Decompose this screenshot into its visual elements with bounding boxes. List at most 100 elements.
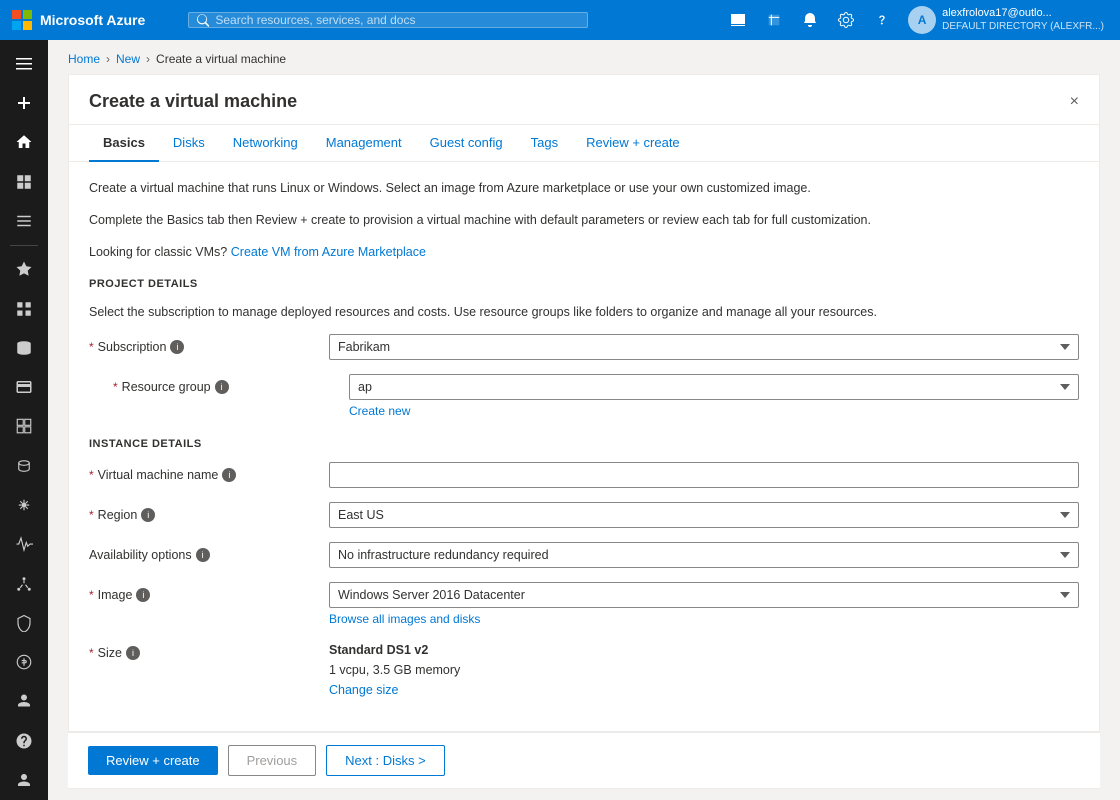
vm-name-input[interactable] <box>329 462 1079 488</box>
directory-button[interactable] <box>758 4 790 36</box>
breadcrumb-home[interactable]: Home <box>68 52 100 66</box>
image-select[interactable]: Windows Server 2016 Datacenter <box>329 582 1079 608</box>
topbar: Microsoft Azure A alexfrolova17@outlo...… <box>0 0 1120 40</box>
sidebar-item-monitor[interactable] <box>0 525 48 564</box>
rg-label: Resource group <box>122 380 211 394</box>
tab-disks[interactable]: Disks <box>159 125 219 162</box>
tabs: Basics Disks Networking Management Guest… <box>69 125 1099 162</box>
rg-required: * <box>113 380 118 394</box>
previous-button[interactable]: Previous <box>228 745 317 776</box>
breadcrumb-current: Create a virtual machine <box>156 52 286 66</box>
breadcrumb-new[interactable]: New <box>116 52 140 66</box>
tab-basics[interactable]: Basics <box>89 125 159 162</box>
create-new-rg-link[interactable]: Create new <box>349 404 410 418</box>
region-required: * <box>89 508 94 522</box>
panel-body: Create a virtual machine that runs Linux… <box>69 162 1099 730</box>
search-bar[interactable] <box>188 12 588 28</box>
sidebar-item-favorites[interactable] <box>0 250 48 289</box>
breadcrumb: Home › New › Create a virtual machine <box>48 40 1120 74</box>
intro-classic: Looking for classic VMs? Create VM from … <box>89 242 1079 262</box>
region-row: * Region i East US <box>89 502 1079 528</box>
brand: Microsoft Azure <box>10 8 180 32</box>
sidebar-item-kubernetes[interactable] <box>0 485 48 524</box>
tab-management[interactable]: Management <box>312 125 416 162</box>
sidebar-item-azure-ad[interactable] <box>0 682 48 721</box>
subscription-label: Subscription <box>98 340 167 354</box>
sidebar-item-home[interactable] <box>0 123 48 162</box>
footer: Review + create Previous Next : Disks > <box>68 732 1100 788</box>
size-detail: 1 vcpu, 3.5 GB memory <box>329 660 1079 680</box>
size-label: Size <box>98 646 122 660</box>
intro-line2: Complete the Basics tab then Review + cr… <box>89 210 1079 230</box>
sidebar-item-storage[interactable] <box>0 328 48 367</box>
rg-info-icon[interactable]: i <box>215 380 229 394</box>
sidebar-item-cost[interactable] <box>0 643 48 682</box>
region-select[interactable]: East US <box>329 502 1079 528</box>
horizontal-scrollbar[interactable] <box>68 788 1100 800</box>
size-info-icon[interactable]: i <box>126 646 140 660</box>
sidebar-item-user-settings[interactable] <box>0 761 48 800</box>
help-button[interactable] <box>866 4 898 36</box>
create-vm-panel: Create a virtual machine × Basics Disks … <box>68 74 1100 732</box>
main-content: Home › New › Create a virtual machine Cr… <box>48 40 1120 800</box>
next-button[interactable]: Next : Disks > <box>326 745 445 776</box>
subscription-row: * Subscription i Fabrikam <box>89 334 1079 360</box>
image-row: * Image i Windows Server 2016 Datacenter… <box>89 582 1079 626</box>
sidebar-item-apps[interactable] <box>0 289 48 328</box>
sidebar-item-all-services[interactable] <box>0 201 48 240</box>
user-name: alexfrolova17@outlo... <box>942 7 1104 20</box>
section-instance-details: INSTANCE DETAILS <box>89 438 1079 450</box>
availability-info-icon[interactable]: i <box>196 548 210 562</box>
notifications-button[interactable] <box>794 4 826 36</box>
vm-name-label: Virtual machine name <box>98 468 219 482</box>
classic-vm-link[interactable]: Create VM from Azure Marketplace <box>231 245 426 259</box>
sidebar-item-dashboard[interactable] <box>0 162 48 201</box>
availability-select[interactable]: No infrastructure redundancy required <box>329 542 1079 568</box>
vm-name-required: * <box>89 468 94 482</box>
cloud-shell-button[interactable] <box>722 4 754 36</box>
vm-name-row: * Virtual machine name i <box>89 462 1079 488</box>
subscription-select[interactable]: Fabrikam <box>329 334 1079 360</box>
image-info-icon[interactable]: i <box>136 588 150 602</box>
user-menu[interactable]: A alexfrolova17@outlo... DEFAULT DIRECTO… <box>902 4 1110 36</box>
change-size-link[interactable]: Change size <box>329 680 399 700</box>
sidebar-item-security[interactable] <box>0 603 48 642</box>
panel-close-button[interactable]: × <box>1070 93 1079 111</box>
region-info-icon[interactable]: i <box>141 508 155 522</box>
browse-images-link[interactable]: Browse all images and disks <box>329 612 480 626</box>
sidebar-expand-button[interactable] <box>0 44 48 83</box>
tab-guest-config[interactable]: Guest config <box>416 125 517 162</box>
sidebar-item-help[interactable] <box>0 721 48 760</box>
size-required: * <box>89 646 94 660</box>
resource-group-row: * Resource group i ap Create new <box>109 374 1079 418</box>
brand-name: Microsoft Azure <box>40 12 145 28</box>
tab-review-create[interactable]: Review + create <box>572 125 694 162</box>
size-row: * Size i Standard DS1 v2 1 vcpu, 3.5 GB … <box>89 640 1079 700</box>
search-input[interactable] <box>215 13 579 27</box>
sidebar-item-sql[interactable] <box>0 446 48 485</box>
tab-tags[interactable]: Tags <box>517 125 572 162</box>
vm-name-info-icon[interactable]: i <box>222 468 236 482</box>
panel-title: Create a virtual machine <box>89 91 297 112</box>
tab-networking[interactable]: Networking <box>219 125 312 162</box>
user-directory: DEFAULT DIRECTORY (ALEXFR...) <box>942 21 1104 33</box>
project-details-desc: Select the subscription to manage deploy… <box>89 302 1079 322</box>
sidebar-item-load-balancer[interactable] <box>0 564 48 603</box>
search-icon <box>197 14 209 27</box>
avatar: A <box>908 6 936 34</box>
settings-button[interactable] <box>830 4 862 36</box>
intro-line1: Create a virtual machine that runs Linux… <box>89 178 1079 198</box>
section-project-details: PROJECT DETAILS <box>89 278 1079 290</box>
resource-group-select[interactable]: ap <box>349 374 1079 400</box>
sidebar-divider-1 <box>10 245 38 246</box>
topbar-actions: A alexfrolova17@outlo... DEFAULT DIRECTO… <box>722 4 1110 36</box>
sidebar <box>0 40 48 800</box>
sidebar-item-subscriptions[interactable] <box>0 367 48 406</box>
review-create-button[interactable]: Review + create <box>88 746 218 775</box>
create-resource-button[interactable] <box>0 83 48 122</box>
availability-row: Availability options i No infrastructure… <box>89 542 1079 568</box>
region-label: Region <box>98 508 138 522</box>
sidebar-item-resource-groups[interactable] <box>0 407 48 446</box>
availability-label: Availability options <box>89 548 192 562</box>
subscription-info-icon[interactable]: i <box>170 340 184 354</box>
